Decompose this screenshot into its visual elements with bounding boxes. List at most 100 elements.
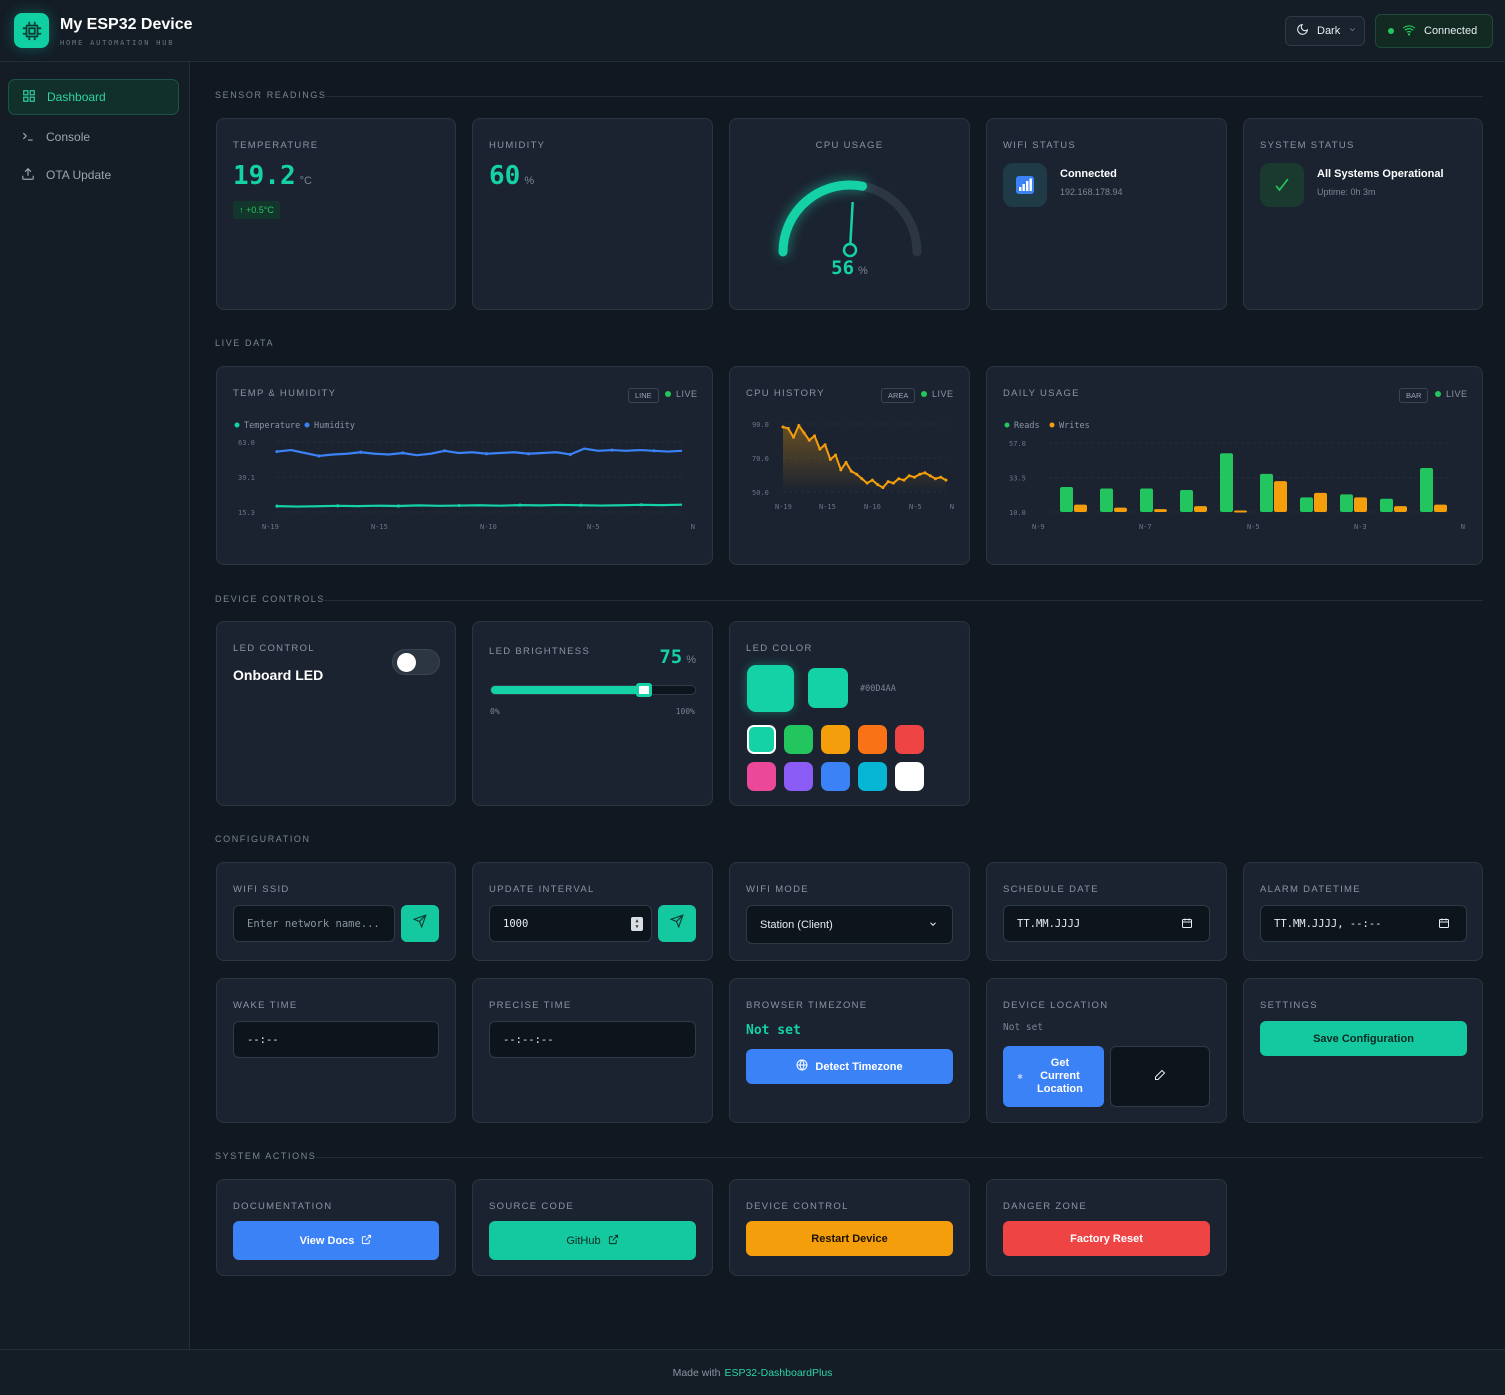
section-title: CONFIGURATION — [215, 834, 311, 844]
data-point — [902, 478, 906, 482]
footer-link[interactable]: ESP32-DashboardPlus — [724, 1367, 832, 1379]
card-title: SYSTEM STATUS — [1260, 140, 1355, 151]
y-tick-label: 63.0 — [238, 439, 255, 447]
sidebar-item-dashboard[interactable]: Dashboard — [8, 79, 179, 115]
x-tick-label: N-9 — [1032, 523, 1045, 531]
data-point — [518, 503, 522, 507]
data-point — [855, 472, 859, 476]
slider-thumb[interactable] — [636, 683, 652, 697]
schedule-date-input[interactable]: TT.MM.JJJJ — [1003, 905, 1210, 942]
color-picker-button[interactable] — [808, 668, 848, 708]
restart-device-button[interactable]: Restart Device — [746, 1221, 953, 1256]
temp-humidity-chart-card: TEMP & HUMIDITY LINE LIVE Temperature Hum… — [216, 366, 713, 565]
ssid-send-button[interactable] — [401, 905, 439, 942]
legend-marker — [1049, 422, 1055, 428]
x-tick-label: N-5 — [1247, 523, 1260, 531]
cpu-usage-card: CPU USAGE 56% — [729, 118, 970, 310]
calendar-icon[interactable] — [1438, 917, 1450, 932]
github-button[interactable]: GitHub — [489, 1221, 696, 1260]
interval-input[interactable]: 1000 ▲ ▼ — [489, 905, 652, 942]
data-point — [797, 423, 801, 427]
wake-time-input[interactable]: --:-- — [233, 1021, 439, 1058]
color-swatch[interactable] — [784, 762, 813, 791]
wifi-status-card: WIFI STATUS Connected 192.168.178.94 — [986, 118, 1227, 310]
brightness-slider[interactable] — [490, 683, 696, 697]
color-swatch[interactable] — [821, 725, 850, 754]
theme-label: Dark — [1317, 25, 1341, 37]
led-toggle[interactable] — [392, 649, 440, 675]
x-tick-label: N-7 — [1139, 523, 1152, 531]
data-point — [918, 472, 922, 476]
section-sensor-readings: SENSOR READINGS — [215, 90, 1483, 100]
terminal-icon — [21, 129, 35, 146]
connection-status[interactable]: Connected — [1375, 14, 1493, 48]
grid-icon — [22, 89, 36, 106]
interval-value: 1000 — [503, 917, 529, 930]
edit-location-button[interactable] — [1110, 1046, 1210, 1107]
color-swatch[interactable] — [821, 762, 850, 791]
wifi-mode-value: Station (Client) — [760, 918, 833, 931]
bar-writes — [1314, 492, 1327, 512]
save-configuration-button[interactable]: Save Configuration — [1260, 1021, 1467, 1056]
factory-reset-button[interactable]: Factory Reset — [1003, 1221, 1210, 1256]
number-spinner-icon[interactable]: ▲ ▼ — [631, 917, 643, 931]
view-docs-button[interactable]: View Docs — [233, 1221, 439, 1260]
sidebar-item-console[interactable]: Console — [8, 119, 179, 155]
bar-reads — [1340, 494, 1353, 512]
alarm-datetime-input[interactable]: TT.MM.JJJJ, --:-- — [1260, 905, 1467, 942]
x-tick-label: N-5 — [587, 523, 600, 531]
data-point — [818, 447, 822, 451]
data-point — [828, 457, 832, 461]
color-swatch[interactable] — [895, 725, 924, 754]
bar-writes — [1074, 504, 1087, 512]
calendar-icon[interactable] — [1181, 917, 1193, 932]
data-point — [401, 451, 405, 455]
cpu-history-chart-card: CPU HISTORY AREA LIVE 90.0 70.0 50.0 N-19 N-… — [729, 366, 970, 565]
app-header: My ESP32 Device HOME AUTOMATION HUB Dark… — [0, 0, 1505, 62]
data-point — [939, 475, 943, 479]
card-title: SETTINGS — [1260, 1000, 1318, 1011]
cpu-value-row: 56% — [730, 257, 969, 279]
x-tick-label: N-15 — [371, 523, 388, 531]
system-status-text: All Systems Operational — [1317, 168, 1444, 180]
external-link-icon — [361, 1234, 372, 1248]
sidebar-item-label: Dashboard — [47, 90, 106, 104]
status-dot — [1388, 28, 1394, 34]
divider — [323, 96, 1483, 97]
get-location-button[interactable]: ✱ Get Current Location — [1003, 1046, 1104, 1107]
data-point — [639, 503, 644, 507]
data-point — [275, 504, 279, 508]
ssid-input[interactable]: Enter network name... — [233, 905, 395, 942]
bar-writes — [1194, 506, 1207, 512]
legend-label: Temperature — [244, 421, 300, 431]
bar-reads — [1300, 497, 1313, 512]
color-hex-label: #00D4AA — [860, 684, 896, 694]
data-point — [484, 452, 489, 456]
bar-writes — [1394, 506, 1407, 512]
color-swatch[interactable] — [895, 762, 924, 791]
color-swatch[interactable] — [858, 725, 887, 754]
y-tick-label: 15.3 — [238, 509, 255, 517]
card-title: DEVICE LOCATION — [1003, 1000, 1109, 1011]
data-point — [526, 452, 530, 456]
legend-label: Reads — [1014, 421, 1040, 431]
cpu-unit: % — [858, 265, 868, 277]
wifi-mode-select[interactable]: Station (Client) — [746, 905, 953, 944]
bar-reads — [1220, 453, 1233, 512]
timezone-value: Not set — [746, 1023, 801, 1038]
source-code-card: SOURCE CODE GitHub — [472, 1179, 713, 1276]
data-point — [807, 438, 811, 442]
color-swatch[interactable] — [747, 725, 776, 754]
legend-marker — [234, 422, 240, 428]
interval-send-button[interactable] — [658, 905, 696, 942]
color-swatch[interactable] — [784, 725, 813, 754]
precise-time-input[interactable]: --:--:-- — [489, 1021, 696, 1058]
section-title: DEVICE CONTROLS — [215, 594, 326, 604]
detect-timezone-button[interactable]: Detect Timezone — [746, 1049, 953, 1084]
color-swatch[interactable] — [747, 762, 776, 791]
color-swatch[interactable] — [858, 762, 887, 791]
data-point — [457, 503, 461, 508]
daily-usage-chart-card: DAILY USAGE BAR LIVE Reads Writes 57.0 33.5… — [986, 366, 1483, 565]
theme-select[interactable]: Dark — [1285, 16, 1365, 46]
sidebar-item-ota-update[interactable]: OTA Update — [8, 157, 179, 193]
